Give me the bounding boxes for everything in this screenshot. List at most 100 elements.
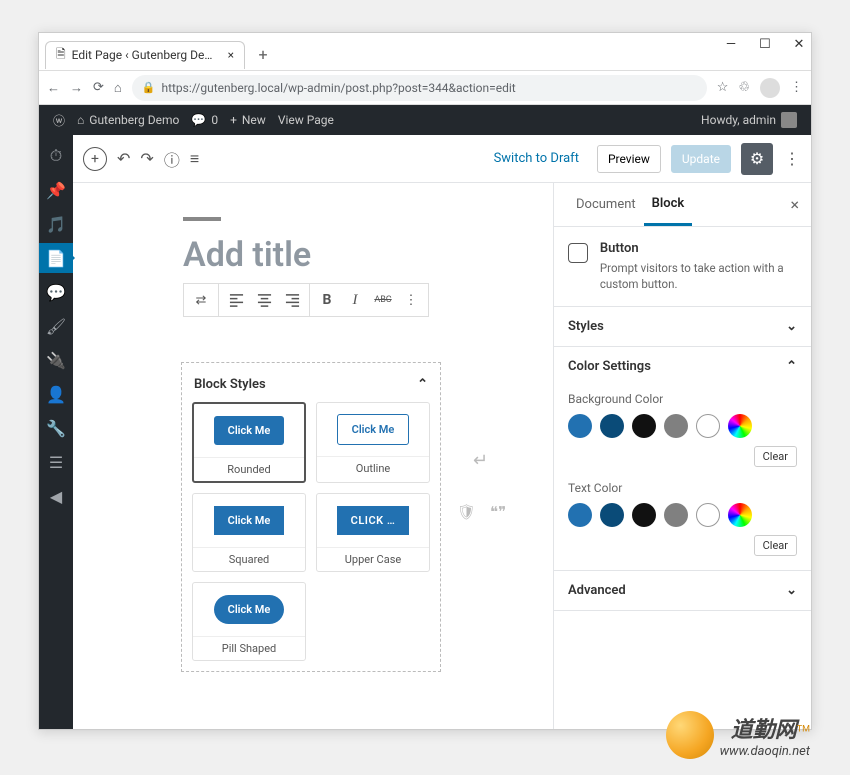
comment-icon: 💬 [191, 113, 206, 127]
advanced-panel-toggle[interactable]: Advanced ⌄ [554, 571, 811, 610]
custom-color-picker[interactable] [728, 414, 752, 438]
tab-title: Edit Page ‹ Gutenberg Demo — \ [72, 48, 222, 62]
separator-block[interactable] [183, 217, 221, 221]
view-page-link[interactable]: View Page [272, 113, 340, 127]
new-tab-button[interactable]: + [251, 43, 275, 67]
sample-button: Click Me [214, 506, 285, 535]
browser-tab[interactable]: 🗎 Edit Page ‹ Gutenberg Demo — \ × [45, 41, 245, 69]
more-options-button[interactable]: ⋮ [783, 149, 801, 168]
menu-settings[interactable]: ☰ [39, 447, 73, 477]
update-button[interactable]: Update [671, 145, 731, 173]
switch-to-draft-link[interactable]: Switch to Draft [486, 151, 587, 166]
style-label: Squared [193, 548, 305, 571]
style-label: Upper Case [317, 548, 429, 571]
clear-bg-button[interactable]: Clear [754, 446, 797, 467]
tab-document[interactable]: Document [568, 183, 644, 226]
back-button[interactable]: ← [47, 80, 60, 96]
settings-button[interactable]: ⚙ [741, 143, 773, 175]
close-window-button[interactable]: ✕ [791, 37, 807, 52]
insert-paragraph-icon[interactable]: ↵ [473, 450, 488, 471]
style-option-pill[interactable]: Click MePill Shaped [192, 582, 306, 661]
new-content-link[interactable]: + New [224, 113, 272, 127]
maximize-button[interactable]: ☐ [757, 37, 773, 52]
more-text-options-icon[interactable]: ⋮ [400, 289, 422, 311]
menu-posts[interactable]: 📌 [39, 175, 73, 205]
howdy-user[interactable]: Howdy, admin [695, 112, 803, 128]
color-swatch[interactable] [664, 503, 688, 527]
recycle-icon[interactable]: ♲ [738, 80, 750, 95]
menu-collapse[interactable]: ◀ [39, 481, 73, 511]
block-styles-popover: Block Styles ⌃ Click MeRoundedClick MeOu… [181, 362, 441, 672]
address-bar[interactable]: 🔒 https://gutenberg.local/wp-admin/post.… [132, 75, 707, 101]
menu-appearance[interactable]: 🖌 [39, 311, 73, 341]
content-info-button[interactable]: ⓘ [164, 147, 180, 171]
comments-link[interactable]: 💬 0 [185, 113, 224, 127]
redo-button[interactable]: ↷ [140, 149, 153, 168]
color-panel-toggle[interactable]: Color Settings ⌃ [554, 347, 811, 386]
profile-icon[interactable] [760, 78, 780, 98]
color-swatch[interactable] [632, 503, 656, 527]
color-swatch[interactable] [568, 414, 592, 438]
post-title-input[interactable]: Add title [183, 235, 553, 275]
wp-logo[interactable]: ⓦ [47, 112, 71, 129]
color-swatch[interactable] [600, 414, 624, 438]
close-tab-icon[interactable]: × [228, 48, 234, 62]
preview-button[interactable]: Preview [597, 145, 661, 173]
watermark: 道勤网TM www.daoqin.net [666, 711, 810, 759]
undo-button[interactable]: ↶ [117, 149, 130, 168]
color-swatch[interactable] [632, 414, 656, 438]
minimize-button[interactable]: — [723, 37, 739, 52]
color-swatch[interactable] [600, 503, 624, 527]
color-swatch-none[interactable] [696, 414, 720, 438]
text-color-label: Text Color [568, 481, 797, 495]
italic-button[interactable]: I [344, 289, 366, 311]
menu-comments[interactable]: 💬 [39, 277, 73, 307]
add-block-button[interactable]: + [83, 147, 107, 171]
bold-button[interactable]: B [316, 289, 338, 311]
star-icon[interactable]: ☆ [717, 80, 729, 95]
block-toolbar: ⇄ B I ABC ⋮ [183, 283, 429, 317]
align-right-icon[interactable] [281, 289, 303, 311]
color-swatch[interactable] [568, 503, 592, 527]
avatar [781, 112, 797, 128]
color-swatch-none[interactable] [696, 503, 720, 527]
browser-menu-icon[interactable]: ⋮ [790, 80, 803, 95]
menu-users[interactable]: 👤 [39, 379, 73, 409]
close-sidebar-button[interactable]: × [784, 195, 805, 214]
chevron-up-icon[interactable]: ⌃ [417, 377, 428, 392]
custom-color-picker[interactable] [728, 503, 752, 527]
style-option-upper[interactable]: CLICK …Upper Case [316, 493, 430, 572]
color-swatch[interactable] [664, 414, 688, 438]
outline-button[interactable]: ≡ [190, 149, 199, 169]
transform-block-icon[interactable]: ⇄ [190, 289, 212, 311]
tab-block[interactable]: Block [644, 183, 693, 226]
quote-icon[interactable]: ❝❞ [490, 503, 506, 521]
editor-canvas[interactable]: Add title ⇄ B I ABC ⋮ [73, 183, 553, 729]
block-description: Prompt visitors to take action with a cu… [600, 260, 797, 292]
style-label: Pill Shaped [193, 637, 305, 660]
bg-color-label: Background Color [568, 392, 797, 406]
sample-button: Click Me [337, 414, 410, 445]
site-name-link[interactable]: ⌂ Gutenberg Demo [71, 113, 185, 127]
menu-dashboard[interactable]: ⏱ [39, 141, 73, 171]
style-option-rounded[interactable]: Click MeRounded [192, 402, 306, 483]
styles-panel-toggle[interactable]: Styles ⌄ [554, 307, 811, 346]
clear-text-button[interactable]: Clear [754, 535, 797, 556]
style-option-outline[interactable]: Click MeOutline [316, 402, 430, 483]
menu-tools[interactable]: 🔧 [39, 413, 73, 443]
home-icon: ⌂ [77, 113, 84, 127]
menu-media[interactable]: 🎵 [39, 209, 73, 239]
globe-icon [666, 711, 714, 759]
strikethrough-button[interactable]: ABC [372, 289, 394, 311]
privacy-icon[interactable]: 🛡 [457, 503, 476, 521]
home-button[interactable]: ⌂ [114, 80, 122, 96]
align-center-icon[interactable] [253, 289, 275, 311]
menu-plugins[interactable]: 🔌 [39, 345, 73, 375]
chevron-up-icon: ⌃ [786, 359, 797, 374]
align-left-icon[interactable] [225, 289, 247, 311]
menu-pages[interactable]: 📄 [39, 243, 73, 273]
forward-button[interactable]: → [70, 80, 83, 96]
block-name: Button [600, 241, 797, 256]
style-option-squared[interactable]: Click Me Squared [192, 493, 306, 572]
reload-button[interactable]: ⟳ [93, 80, 104, 95]
